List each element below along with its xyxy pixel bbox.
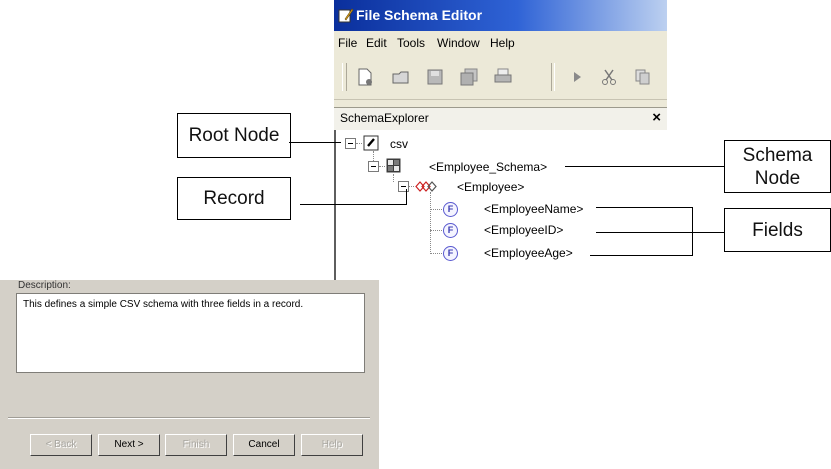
- dialog-divider: [8, 417, 370, 419]
- tree-connector: [379, 166, 385, 167]
- toolbar-separator: [551, 63, 555, 91]
- cut-icon[interactable]: [598, 67, 620, 87]
- collapse-root-toggle[interactable]: [345, 138, 356, 149]
- tree-node-field[interactable]: <EmployeeID>: [484, 223, 563, 237]
- cancel-button[interactable]: Cancel: [233, 434, 295, 456]
- tree-connector: [409, 186, 414, 187]
- menu-help[interactable]: Help: [490, 36, 515, 50]
- leader-line: [692, 207, 693, 256]
- schema-explorer-header: SchemaExplorer ×: [334, 107, 667, 131]
- file-icon: [363, 135, 379, 151]
- callout-record: Record: [177, 177, 291, 220]
- wizard-dialog: Description: This defines a simple CSV s…: [0, 280, 379, 469]
- leader-line: [406, 189, 407, 205]
- collapse-record-toggle[interactable]: [398, 181, 409, 192]
- leader-line: [300, 204, 407, 205]
- finish-button[interactable]: Finish: [165, 434, 227, 456]
- toolbar-grip[interactable]: [342, 63, 347, 91]
- panel-gap: [334, 100, 667, 107]
- description-label: Description:: [18, 280, 71, 291]
- help-button[interactable]: Help: [301, 434, 363, 456]
- tree-connector: [430, 192, 431, 254]
- tree-connector: [430, 230, 442, 231]
- menu-file[interactable]: File: [338, 36, 357, 50]
- schema-tree: csv <Employee_Schema> <Employee> F <Empl…: [334, 130, 669, 300]
- tree-node-field[interactable]: <EmployeeName>: [484, 202, 583, 216]
- leader-line: [565, 166, 724, 167]
- close-icon[interactable]: ×: [652, 109, 661, 126]
- menu-tools[interactable]: Tools: [397, 36, 425, 50]
- tree-connector: [430, 253, 442, 254]
- leader-line: [596, 207, 693, 208]
- run-icon[interactable]: [566, 67, 588, 87]
- tree-node-root[interactable]: csv: [390, 137, 408, 151]
- new-file-icon[interactable]: [354, 67, 376, 87]
- description-field[interactable]: This defines a simple CSV schema with th…: [16, 293, 365, 373]
- field-icon: F: [443, 202, 458, 217]
- schema-icon: [386, 158, 401, 173]
- tree-connector: [393, 174, 394, 182]
- menu-window[interactable]: Window: [437, 36, 480, 50]
- next-button[interactable]: Next >: [98, 434, 160, 456]
- callout-schema-node: Schema Node: [724, 140, 831, 193]
- menu-edit[interactable]: Edit: [366, 36, 387, 50]
- copy-icon[interactable]: [632, 67, 654, 87]
- back-button[interactable]: < Back: [30, 434, 92, 456]
- tree-connector: [356, 143, 362, 144]
- tree-connector: [430, 209, 442, 210]
- field-icon: F: [443, 223, 458, 238]
- leader-line: [596, 232, 724, 233]
- collapse-schema-toggle[interactable]: [368, 161, 379, 172]
- save-all-icon[interactable]: [458, 67, 480, 87]
- tree-node-record[interactable]: <Employee>: [457, 180, 524, 194]
- app-icon: [338, 8, 354, 23]
- save-icon[interactable]: [424, 67, 446, 87]
- print-icon[interactable]: [492, 67, 514, 87]
- leader-line: [590, 255, 693, 256]
- window-title: File Schema Editor: [356, 7, 483, 23]
- title-bar: File Schema Editor: [334, 0, 667, 31]
- leader-line: [289, 142, 341, 143]
- tree-node-field[interactable]: <EmployeeAge>: [484, 246, 573, 260]
- callout-fields: Fields: [724, 208, 831, 252]
- tree-node-schema[interactable]: <Employee_Schema>: [429, 160, 547, 174]
- open-icon[interactable]: [390, 67, 412, 87]
- field-icon: F: [443, 246, 458, 261]
- menu-bar: File Edit Tools Window Help: [334, 31, 667, 56]
- record-icon: [415, 181, 437, 192]
- toolbar: [334, 55, 667, 100]
- callout-root-node: Root Node: [177, 113, 291, 158]
- schema-explorer-title: SchemaExplorer: [340, 111, 429, 125]
